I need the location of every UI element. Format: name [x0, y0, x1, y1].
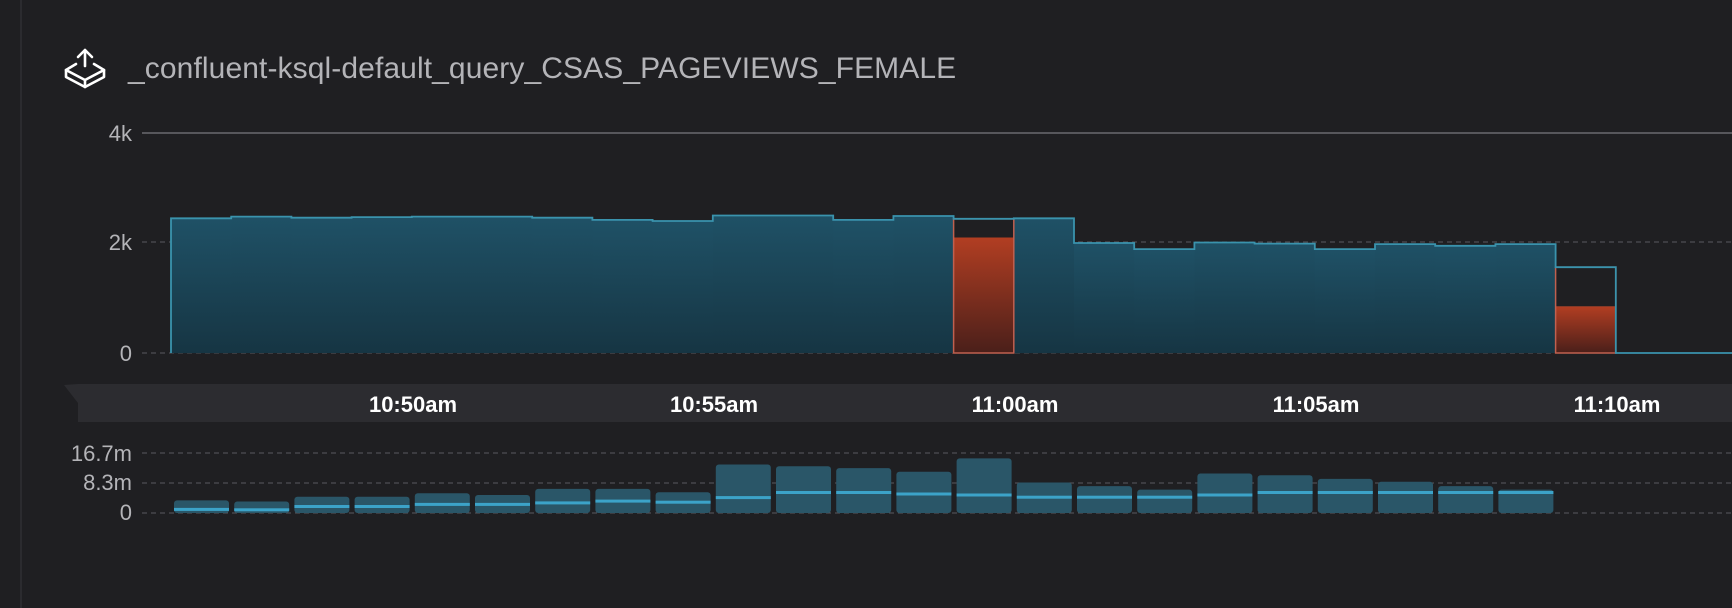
latency-bar: [1197, 473, 1253, 513]
latency-bar: [715, 464, 771, 513]
throughput-bucket: [652, 221, 714, 353]
latency-bar: [836, 468, 892, 513]
latency-bar: [1137, 489, 1193, 513]
latency-median: [1016, 495, 1072, 499]
stream-charts: 4k 2k 0 10:50am 10:55am 11:00am 11:05am …: [64, 121, 1732, 525]
latency-median: [1317, 491, 1373, 494]
error-bucket: [953, 237, 1014, 353]
latency-median: [776, 491, 831, 494]
error-gap: [953, 218, 1014, 238]
throughput-bucket: [833, 219, 894, 353]
latency-median: [475, 502, 530, 506]
error-gap: [1555, 267, 1616, 307]
latency-median: [535, 501, 591, 505]
throughput-bucket: [1013, 218, 1075, 354]
throughput-bucket: [171, 218, 232, 354]
latency-bar: [174, 500, 229, 513]
latency-bar: [1077, 486, 1132, 513]
latency-median: [595, 499, 651, 503]
throughput-bucket: [1134, 249, 1195, 353]
latency-median: [836, 491, 892, 494]
throughput-bucket: [712, 215, 774, 353]
error-bucket: [1555, 306, 1616, 354]
latency-bar: [776, 466, 831, 513]
latency-ytick-label: 0: [120, 500, 132, 525]
throughput-area: [170, 214, 1732, 354]
latency-median: [956, 493, 1012, 497]
latency-median: [234, 508, 290, 512]
throughput-chart: 4k 2k 0: [109, 121, 1732, 366]
time-axis-scrubber[interactable]: 10:50am 10:55am 11:00am 11:05am 11:10am: [64, 384, 1732, 422]
latency-bar: [1378, 481, 1433, 513]
latency-median: [354, 505, 410, 508]
latency-median: [1257, 491, 1313, 494]
throughput-bucket: [1375, 244, 1436, 353]
latency-bar: [1317, 478, 1373, 513]
time-label: 11:00am: [972, 392, 1059, 417]
latency-ytick-label: 8.3m: [83, 470, 132, 495]
throughput-bucket: [291, 217, 352, 353]
latency-median: [1438, 491, 1494, 494]
throughput-bucket: [893, 216, 954, 353]
latency-bars: [174, 458, 1554, 513]
time-label: 11:10am: [1574, 392, 1661, 417]
time-label: 10:55am: [670, 392, 758, 417]
latency-bar: [535, 488, 591, 513]
throughput-bucket: [1254, 243, 1316, 353]
latency-ytick-label: 16.7m: [71, 441, 132, 466]
throughput-ytick-label: 2k: [109, 230, 133, 255]
throughput-bucket: [773, 215, 834, 353]
throughput-bucket: [411, 216, 473, 353]
latency-bar: [896, 471, 952, 513]
latency-median: [174, 507, 229, 511]
latency-median: [1378, 491, 1433, 494]
throughput-bucket: [1194, 242, 1255, 353]
throughput-bucket: [231, 216, 292, 353]
time-label: 10:50am: [369, 392, 457, 417]
throughput-bucket: [472, 216, 533, 353]
latency-bar: [354, 496, 410, 513]
throughput-ytick-label: 4k: [109, 121, 133, 146]
latency-chart: 16.7m 8.3m 0: [71, 441, 1732, 525]
throughput-bucket: [1074, 243, 1135, 353]
latency-median: [294, 505, 350, 508]
throughput-bucket: [1314, 249, 1376, 353]
latency-median: [655, 500, 711, 504]
latency-bar: [956, 458, 1012, 513]
throughput-bucket: [351, 217, 413, 353]
latency-median: [1137, 495, 1193, 499]
throughput-bucket: [1435, 245, 1496, 354]
latency-median: [896, 492, 952, 496]
time-label: 11:05am: [1273, 392, 1360, 417]
latency-median: [715, 496, 771, 500]
throughput-bucket: [1495, 244, 1556, 353]
latency-median: [414, 502, 470, 506]
latency-bar: [294, 496, 350, 513]
throughput-bucket: [592, 219, 653, 353]
time-axis-track[interactable]: [64, 384, 1732, 422]
latency-bar: [1438, 486, 1494, 513]
throughput-bucket: [532, 217, 593, 353]
latency-median: [1498, 491, 1554, 494]
latency-median: [1197, 493, 1253, 497]
throughput-ytick-label: 0: [120, 341, 132, 366]
latency-bar: [1257, 475, 1313, 513]
latency-median: [1077, 495, 1132, 499]
